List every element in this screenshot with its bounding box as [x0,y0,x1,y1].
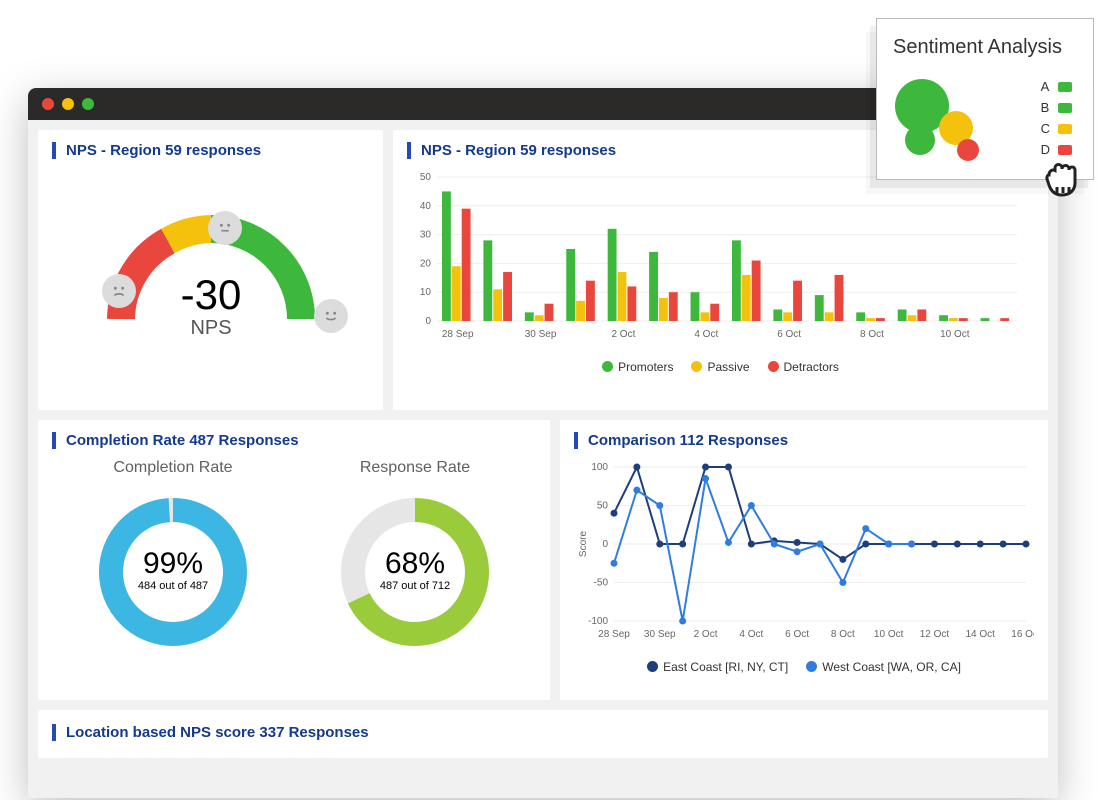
svg-text:NPS: NPS [190,317,231,339]
hand-cursor-icon [1039,151,1087,199]
svg-text:6 Oct: 6 Oct [785,629,809,640]
svg-text:484 out of 487: 484 out of 487 [138,580,208,592]
comparison-line-chart: -100 -50 0 50 100 Score 28 Sep 30 Sep 2 Oct 4 Oct… [574,459,1034,649]
svg-text:14 Oct: 14 Oct [965,629,995,640]
neutral-face-icon [208,211,242,245]
svg-text:4 Oct: 4 Oct [739,629,763,640]
close-icon[interactable] [42,98,54,110]
location-nps-card: Location based NPS score 337 Responses [38,710,1048,758]
svg-text:487 out of 712: 487 out of 712 [380,580,450,592]
svg-text:30 Sep: 30 Sep [644,629,676,640]
svg-text:28 Sep: 28 Sep [442,329,474,340]
svg-text:6 Oct: 6 Oct [777,329,801,340]
svg-text:28 Sep: 28 Sep [598,629,630,640]
sentiment-title: Sentiment Analysis [893,35,1077,59]
svg-text:2 Oct: 2 Oct [694,629,718,640]
sentiment-bubbles [893,73,993,163]
svg-text:10 Oct: 10 Oct [940,329,970,340]
maximize-icon[interactable] [82,98,94,110]
nps-gauge-card: NPS - Region 59 responses -30 NPS [38,130,383,410]
svg-text:Score: Score [578,531,589,558]
svg-text:20: 20 [420,258,432,269]
card-title: Comparison 112 Responses [574,432,1034,449]
happy-face-icon [314,299,348,333]
svg-text:10 Oct: 10 Oct [874,629,904,640]
sentiment-card[interactable]: Sentiment Analysis A B C D [876,18,1094,180]
svg-text:-50: -50 [594,578,609,589]
nps-gauge-chart: -30 NPS [81,169,341,359]
card-title: NPS - Region 59 responses [52,142,369,159]
svg-text:30 Sep: 30 Sep [525,329,557,340]
svg-text:99%: 99% [143,547,203,580]
minimize-icon[interactable] [62,98,74,110]
card-title: Completion Rate 487 Responses [52,432,536,449]
nps-bar-chart: 0 10 20 30 40 50 28 Sep 30 Sep 2 Oct 4 Oct 6 Oct 8 … [407,169,1027,349]
svg-text:0: 0 [425,316,431,327]
comparison-card: Comparison 112 Responses -100 -50 0 50 100 Sc… [560,420,1048,700]
completion-rate-card: Completion Rate 487 Responses Completion… [38,420,550,700]
svg-text:4 Oct: 4 Oct [694,329,718,340]
svg-text:12 Oct: 12 Oct [920,629,950,640]
svg-text:50: 50 [420,172,432,183]
svg-text:50: 50 [597,501,609,512]
app-window: NPS - Region 59 responses -30 NPS [28,88,1058,798]
completion-donut: Completion Rate 99% 484 out of 487 [88,459,258,662]
svg-text:16 Oct: 16 Oct [1011,629,1034,640]
svg-text:2 Oct: 2 Oct [611,329,635,340]
svg-text:-100: -100 [588,616,608,627]
svg-text:40: 40 [420,201,432,212]
svg-text:8 Oct: 8 Oct [831,629,855,640]
svg-text:-30: -30 [180,271,241,318]
svg-text:68%: 68% [385,547,445,580]
bar-legend: Promoters Passive Detractors [407,360,1034,374]
response-donut: Response Rate 68% 487 out of 712 [330,459,500,662]
svg-text:10: 10 [420,287,432,298]
svg-text:0: 0 [602,539,608,550]
card-title: Location based NPS score 337 Responses [52,724,1034,741]
sad-face-icon [102,274,136,308]
svg-text:8 Oct: 8 Oct [860,329,884,340]
comparison-legend: East Coast [RI, NY, CT] West Coast [WA, … [574,660,1034,674]
svg-text:100: 100 [591,462,608,473]
svg-text:30: 30 [420,230,432,241]
